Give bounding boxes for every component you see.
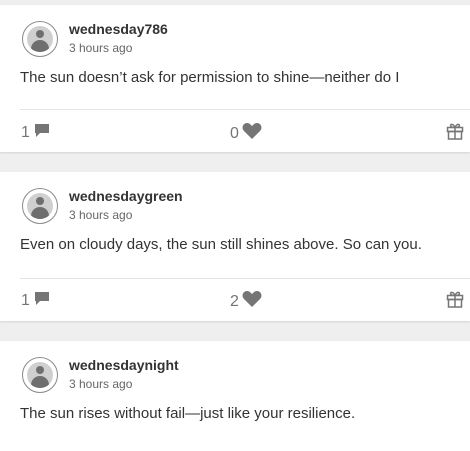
post-username[interactable]: wednesday786	[69, 21, 168, 37]
comment-button[interactable]: 1	[21, 290, 51, 311]
gift-icon	[446, 291, 464, 312]
post-timestamp: 3 hours ago	[69, 377, 133, 391]
heart-icon	[242, 290, 262, 313]
post-timestamp: 3 hours ago	[69, 208, 133, 222]
like-button[interactable]: 2	[230, 290, 262, 313]
post-card: wednesdaynight 3 hours ago The sun rises…	[0, 341, 470, 451]
comment-count: 1	[21, 291, 30, 309]
comment-icon	[33, 122, 51, 143]
post-content[interactable]: The sun doesn’t ask for permission to sh…	[20, 69, 460, 86]
gift-button[interactable]	[446, 290, 464, 313]
post-card: wednesday786 3 hours ago The sun doesn’t…	[0, 5, 470, 152]
like-count: 0	[230, 124, 239, 142]
gift-icon	[446, 123, 464, 144]
post-username[interactable]: wednesdaynight	[69, 357, 179, 373]
avatar[interactable]	[22, 357, 58, 393]
post-card: wednesdaygreen 3 hours ago Even on cloud…	[0, 172, 470, 321]
post-content[interactable]: The sun rises without fail—just like you…	[20, 405, 460, 422]
avatar[interactable]	[22, 188, 58, 224]
user-avatar-icon	[27, 193, 53, 219]
post-username[interactable]: wednesdaygreen	[69, 188, 183, 204]
like-button[interactable]: 0	[230, 122, 262, 145]
comment-icon	[33, 290, 51, 311]
divider	[20, 278, 470, 279]
user-avatar-icon	[27, 26, 53, 52]
avatar[interactable]	[22, 21, 58, 57]
comment-button[interactable]: 1	[21, 122, 51, 143]
user-avatar-icon	[27, 362, 53, 388]
divider	[20, 109, 470, 110]
like-count: 2	[230, 292, 239, 310]
heart-icon	[242, 122, 262, 145]
comment-count: 1	[21, 123, 30, 141]
post-content[interactable]: Even on cloudy days, the sun still shine…	[20, 236, 460, 253]
post-timestamp: 3 hours ago	[69, 41, 133, 55]
gift-button[interactable]	[446, 122, 464, 145]
